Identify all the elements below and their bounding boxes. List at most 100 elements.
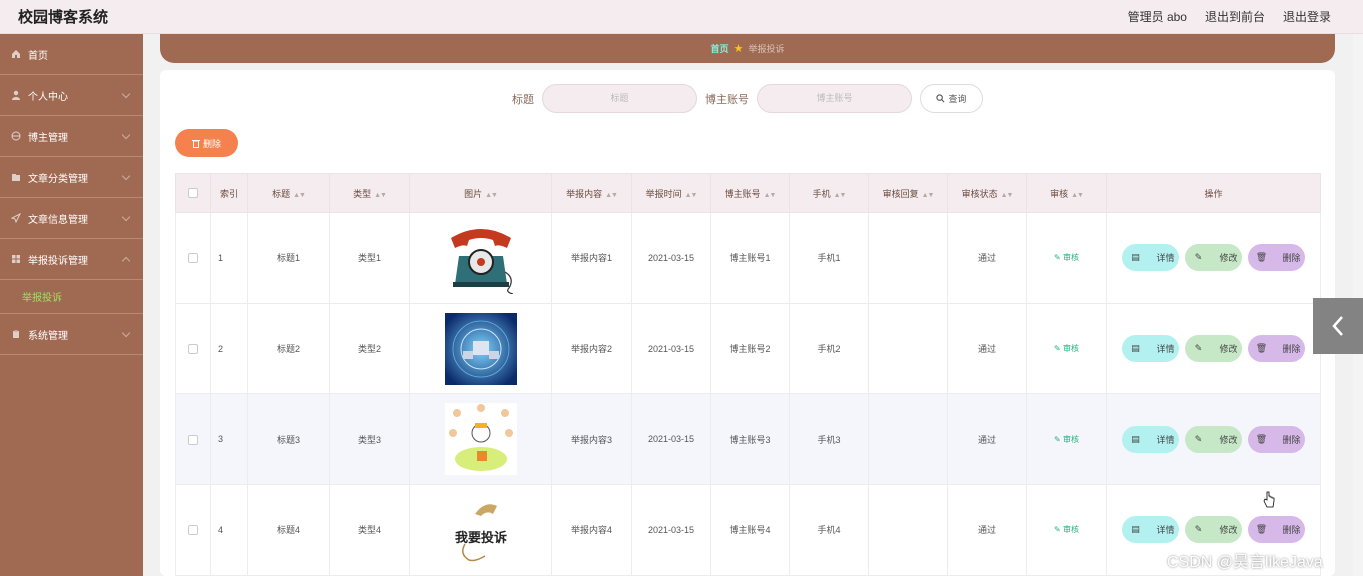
row-checkbox[interactable] bbox=[188, 525, 198, 536]
query-label: 查询 bbox=[948, 94, 967, 104]
complaint-phone-image: 我要投诉 bbox=[444, 493, 517, 566]
collapse-panel-button[interactable] bbox=[1313, 298, 1363, 354]
edit-label: 修改 bbox=[1219, 434, 1238, 445]
admin-label[interactable]: 管理员 abo bbox=[1128, 8, 1187, 25]
row-checkbox[interactable] bbox=[188, 343, 198, 354]
trash-icon: 🗑 bbox=[1255, 343, 1268, 354]
row-checkbox[interactable] bbox=[188, 253, 198, 264]
audit-link[interactable]: ✎ 审核 bbox=[1054, 525, 1079, 534]
title-search-input[interactable]: 标题 bbox=[542, 84, 697, 113]
col-phone[interactable]: 手机 ▲▼ bbox=[789, 173, 869, 213]
cell-account: 博主账号2 bbox=[710, 302, 790, 395]
sort-icon: ▲▼ bbox=[485, 191, 498, 199]
col-image[interactable]: 图片 ▲▼ bbox=[409, 173, 552, 213]
detail-button[interactable]: ▤ 详情 bbox=[1122, 244, 1179, 272]
image-caption-text: 我要投诉 bbox=[454, 530, 506, 546]
edit-button[interactable]: ✎ 修改 bbox=[1185, 425, 1242, 453]
breadcrumb-home[interactable]: 首页 bbox=[711, 42, 729, 55]
cell-content: 举报内容4 bbox=[551, 484, 632, 576]
document-icon: ▤ bbox=[1131, 343, 1140, 354]
col-reply[interactable]: 审核回复 ▲▼ bbox=[868, 173, 948, 213]
audit-link[interactable]: ✎ 审核 bbox=[1054, 435, 1079, 444]
row-checkbox[interactable] bbox=[188, 434, 198, 445]
main-panel: 标题 标题 博主账号 博主账号 查询 删除 索引 标题 ▲▼ 类型 ▲▼ 图片 ▲▼ … bbox=[160, 70, 1335, 576]
col-audit[interactable]: 审核 ▲▼ bbox=[1026, 173, 1107, 213]
col-actions: 操作 bbox=[1106, 173, 1321, 213]
audit-label: 审核 bbox=[1062, 525, 1079, 535]
sidebar-item-reports[interactable]: 举报投诉管理 bbox=[0, 239, 143, 280]
delete-button[interactable]: 🗑 删除 bbox=[1248, 335, 1305, 363]
top-header: 校园博客系统 管理员 abo 退出到前台 退出登录 bbox=[0, 0, 1363, 34]
sort-icon: ▲▼ bbox=[374, 191, 387, 199]
cell-phone: 手机2 bbox=[789, 302, 869, 395]
sidebar-item-label: 文章信息管理 bbox=[28, 214, 88, 226]
col-type-label: 类型 bbox=[353, 188, 372, 199]
star-icon: ★ bbox=[733, 43, 744, 55]
cell-image bbox=[409, 393, 552, 486]
edit-pen-icon: ✎ bbox=[1194, 433, 1203, 444]
sidebar-item-home[interactable]: 首页 bbox=[0, 34, 143, 75]
to-front-link[interactable]: 退出到前台 bbox=[1205, 8, 1265, 25]
audit-label: 审核 bbox=[1062, 434, 1079, 444]
col-title[interactable]: 标题 ▲▼ bbox=[247, 173, 330, 213]
edit-button[interactable]: ✎ 修改 bbox=[1185, 335, 1242, 363]
chevron-down-icon bbox=[121, 212, 131, 222]
cell-actions: ▤ 详情 ✎ 修改 🗑 删除 bbox=[1106, 393, 1321, 486]
row-select-cell bbox=[175, 302, 211, 395]
cell-phone: 手机4 bbox=[789, 484, 869, 576]
hand-cursor-icon bbox=[1263, 491, 1275, 514]
sidebar-item-articles[interactable]: 文章信息管理 bbox=[0, 198, 143, 239]
detail-button[interactable]: ▤ 详情 bbox=[1122, 335, 1179, 363]
cell-type: 类型3 bbox=[329, 393, 410, 486]
batch-delete-button[interactable]: 删除 bbox=[175, 129, 238, 157]
sidebar-item-system[interactable]: 系统管理 bbox=[0, 314, 143, 355]
col-time[interactable]: 举报时间 ▲▼ bbox=[631, 173, 711, 213]
edit-button[interactable]: ✎ 修改 bbox=[1185, 516, 1242, 544]
cell-audit: ✎ 审核 bbox=[1026, 212, 1107, 304]
delete-label: 删除 bbox=[1282, 344, 1301, 355]
audit-link[interactable]: ✎ 审核 bbox=[1054, 344, 1079, 353]
account-search-input[interactable]: 博主账号 bbox=[757, 84, 912, 113]
cell-account: 博主账号3 bbox=[710, 393, 790, 486]
row-select-cell bbox=[175, 393, 211, 486]
detail-button[interactable]: ▤ 详情 bbox=[1122, 516, 1179, 544]
sidebar-subitem-reports[interactable]: 举报投诉 bbox=[0, 280, 143, 314]
sidebar-item-category[interactable]: 文章分类管理 bbox=[0, 157, 143, 198]
sort-icon: ▲▼ bbox=[921, 191, 935, 199]
query-button[interactable]: 查询 bbox=[920, 84, 983, 113]
logout-link[interactable]: 退出登录 bbox=[1283, 8, 1331, 25]
cell-title: 标题4 bbox=[247, 484, 330, 576]
cell-title: 标题2 bbox=[247, 302, 330, 395]
reports-table: 索引 标题 ▲▼ 类型 ▲▼ 图片 ▲▼ 举报内容 ▲▼ 举报时间 ▲▼ 博主账号 ▲▼ 手… bbox=[175, 173, 1321, 576]
sort-icon: ▲▼ bbox=[293, 191, 306, 199]
table-row: 3 标题3 类型3 举报内容3 2021-03-15 博主账号3 手机3 通过 … bbox=[175, 393, 1321, 486]
col-content[interactable]: 举报内容 ▲▼ bbox=[551, 173, 632, 213]
app-title: 校园博客系统 bbox=[18, 9, 109, 26]
audit-label: 审核 bbox=[1062, 253, 1079, 263]
sort-icon: ▲▼ bbox=[1071, 191, 1084, 199]
trash-icon bbox=[191, 139, 200, 148]
edit-label: 修改 bbox=[1219, 344, 1238, 355]
chevron-down-icon bbox=[121, 130, 131, 140]
edit-button[interactable]: ✎ 修改 bbox=[1185, 244, 1242, 272]
cell-audit: ✎ 审核 bbox=[1026, 302, 1107, 395]
audit-link[interactable]: ✎ 审核 bbox=[1054, 253, 1079, 262]
delete-button[interactable]: 🗑 删除 bbox=[1248, 244, 1305, 272]
col-type[interactable]: 类型 ▲▼ bbox=[329, 173, 410, 213]
cell-type: 类型2 bbox=[329, 302, 410, 395]
col-account[interactable]: 博主账号 ▲▼ bbox=[710, 173, 790, 213]
sidebar-item-personal[interactable]: 个人中心 bbox=[0, 75, 143, 116]
sidebar-item-bloggers[interactable]: 博主管理 bbox=[0, 116, 143, 157]
document-icon: ▤ bbox=[1131, 524, 1140, 535]
account-label: 博主账号 bbox=[705, 93, 749, 106]
col-reply-label: 审核回复 bbox=[882, 188, 919, 199]
col-status[interactable]: 审核状态 ▲▼ bbox=[947, 173, 1027, 213]
delete-button[interactable]: 🗑 删除 bbox=[1248, 425, 1305, 453]
select-all-checkbox[interactable] bbox=[188, 188, 198, 199]
sidebar-item-label: 系统管理 bbox=[28, 330, 68, 342]
col-title-label: 标题 bbox=[272, 188, 291, 199]
col-content-label: 举报内容 bbox=[566, 188, 603, 199]
delete-button[interactable]: 🗑 删除 bbox=[1248, 516, 1305, 544]
detail-button[interactable]: ▤ 详情 bbox=[1122, 425, 1179, 453]
tech-network-image bbox=[444, 312, 517, 385]
